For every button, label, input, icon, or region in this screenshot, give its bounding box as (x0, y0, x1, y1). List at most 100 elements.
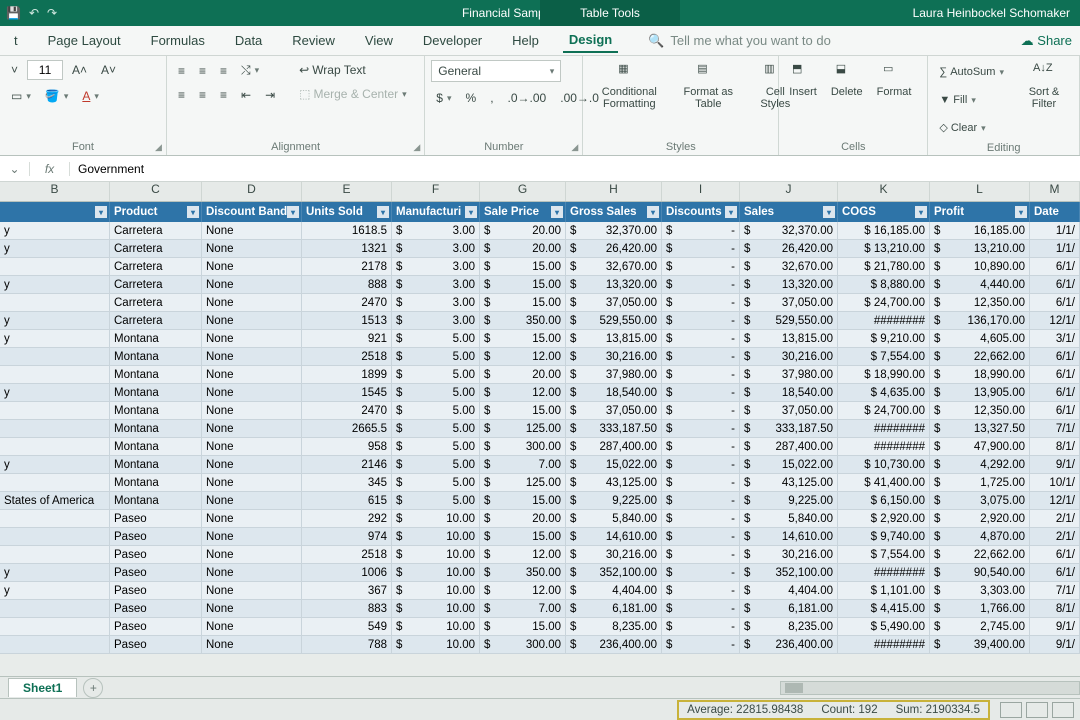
align-middle-icon[interactable]: ≡ (194, 61, 211, 81)
table-row[interactable]: yPaseoNone1006$10.00$350.00$352,100.00$-… (0, 564, 1080, 582)
filter-icon[interactable]: ▾ (1015, 206, 1027, 218)
font-size-input[interactable] (27, 60, 63, 80)
table-row[interactable]: MontanaNone2470$5.00$15.00$37,050.00$-$3… (0, 402, 1080, 420)
dialog-launcher-icon[interactable]: ◢ (413, 142, 420, 153)
column-headers[interactable]: B C D E F G H I J K L M (0, 182, 1080, 202)
number-format-dropdown[interactable]: General▾ (431, 60, 561, 82)
table-row[interactable]: PaseoNone974$10.00$15.00$14,610.00$-$14,… (0, 528, 1080, 546)
undo-icon[interactable]: ↶ (29, 6, 39, 20)
shrink-font-icon[interactable]: A˅ (96, 60, 121, 80)
align-bottom-icon[interactable]: ≡ (215, 61, 232, 81)
table-row[interactable]: yCarreteraNone1513$3.00$350.00$529,550.0… (0, 312, 1080, 330)
page-break-view-button[interactable] (1052, 702, 1074, 718)
table-row[interactable]: yMontanaNone1545$5.00$12.00$18,540.00$-$… (0, 384, 1080, 402)
comma-format-button[interactable]: , (485, 88, 498, 108)
tab-view[interactable]: View (359, 29, 399, 52)
conditional-formatting-button[interactable]: ▦Conditional Formatting (589, 60, 669, 112)
status-bar: Average: 22815.98438 Count: 192 Sum: 219… (0, 698, 1080, 720)
table-row[interactable]: PaseoNone292$10.00$20.00$5,840.00$-$5,84… (0, 510, 1080, 528)
filter-icon[interactable]: ▾ (287, 206, 299, 218)
filter-icon[interactable]: ▾ (823, 206, 835, 218)
format-as-table-button[interactable]: ▤Format as Table (675, 60, 741, 112)
align-center-icon[interactable]: ≡ (194, 85, 211, 105)
orientation-icon[interactable]: ⤭▾ (236, 60, 264, 81)
filter-icon[interactable]: ▾ (377, 206, 389, 218)
fill-button[interactable]: ▼ Fill▾ (934, 88, 1009, 112)
delete-cells-button[interactable]: ⬓Delete (827, 60, 867, 100)
grow-font-icon[interactable]: A˄ (67, 60, 92, 80)
normal-view-button[interactable] (1000, 702, 1022, 718)
formula-input[interactable]: Government (70, 162, 144, 176)
new-sheet-button[interactable]: + (83, 678, 103, 698)
align-left-icon[interactable]: ≡ (173, 85, 190, 105)
filter-icon[interactable]: ▾ (551, 206, 563, 218)
filter-icon[interactable]: ▾ (187, 206, 199, 218)
aggregate-readout: Average: 22815.98438 Count: 192 Sum: 219… (677, 700, 990, 720)
tell-me-search[interactable]: 🔍 Tell me what you want to do (648, 33, 831, 49)
tab-page-layout[interactable]: Page Layout (42, 29, 127, 52)
worksheet-grid[interactable]: ▾ Product▾ Discount Band▾ Units Sold▾ Ma… (0, 202, 1080, 654)
share-button[interactable]: ☁ Share (1021, 33, 1080, 49)
align-right-icon[interactable]: ≡ (215, 85, 232, 105)
filter-icon[interactable]: ▾ (95, 206, 107, 218)
font-size-decrement[interactable]: ˅ (6, 60, 23, 80)
horizontal-scrollbar[interactable] (780, 681, 1080, 695)
tab-home-partial[interactable]: t (8, 29, 24, 52)
increase-indent-icon[interactable]: ⇥ (260, 85, 280, 105)
save-icon[interactable]: 💾 (6, 6, 21, 20)
wrap-text-button[interactable]: ↩ Wrap Text (294, 60, 412, 80)
autosum-button[interactable]: ∑ AutoSum ▾ (934, 60, 1009, 84)
clear-button[interactable]: ◇ Clear▾ (934, 116, 1009, 140)
table-row[interactable]: yPaseoNone367$10.00$12.00$4,404.00$-$4,4… (0, 582, 1080, 600)
dialog-launcher-icon[interactable]: ◢ (571, 142, 578, 153)
table-row[interactable]: yCarreteraNone888$3.00$15.00$13,320.00$-… (0, 276, 1080, 294)
sort-filter-button[interactable]: A↓ZSort & Filter (1015, 60, 1073, 112)
table-row[interactable]: CarreteraNone2470$3.00$15.00$37,050.00$-… (0, 294, 1080, 312)
fx-icon[interactable]: fx (30, 162, 70, 176)
accounting-format-button[interactable]: $▾ (431, 88, 456, 108)
tab-formulas[interactable]: Formulas (145, 29, 211, 52)
name-box-dropdown[interactable]: ⌄ (0, 162, 30, 176)
increase-decimal-button[interactable]: .0→.00 (503, 88, 552, 108)
font-color-button[interactable]: A▾ (77, 86, 104, 106)
table-row[interactable]: PaseoNone549$10.00$15.00$8,235.00$-$8,23… (0, 618, 1080, 636)
tab-review[interactable]: Review (286, 29, 341, 52)
percent-format-button[interactable]: % (461, 88, 482, 108)
account-name[interactable]: Laura Heinbockel Schomaker (913, 6, 1080, 20)
table-row[interactable]: CarreteraNone2178$3.00$15.00$32,670.00$-… (0, 258, 1080, 276)
filter-icon[interactable]: ▾ (465, 206, 477, 218)
table-row[interactable]: PaseoNone788$10.00$300.00$236,400.00$-$2… (0, 636, 1080, 654)
decrease-indent-icon[interactable]: ⇤ (236, 85, 256, 105)
format-label: Format (877, 86, 912, 98)
table-row[interactable]: PaseoNone883$10.00$7.00$6,181.00$-$6,181… (0, 600, 1080, 618)
page-layout-view-button[interactable] (1026, 702, 1048, 718)
table-row[interactable]: yCarreteraNone1618.5$3.00$20.00$32,370.0… (0, 222, 1080, 240)
table-row[interactable]: MontanaNone2665.5$5.00$125.00$333,187.50… (0, 420, 1080, 438)
borders-button[interactable]: ▭▾ (6, 86, 36, 106)
table-row[interactable]: MontanaNone2518$5.00$12.00$30,216.00$-$3… (0, 348, 1080, 366)
insert-cells-button[interactable]: ⬒Insert (785, 60, 821, 100)
fill-color-button[interactable]: 🪣▾ (40, 86, 73, 106)
dialog-launcher-icon[interactable]: ◢ (155, 142, 162, 153)
hdr-date: Date (1034, 206, 1059, 218)
table-row[interactable]: yCarreteraNone1321$3.00$20.00$26,420.00$… (0, 240, 1080, 258)
filter-icon[interactable]: ▾ (647, 206, 659, 218)
redo-icon[interactable]: ↷ (47, 6, 57, 20)
tab-developer[interactable]: Developer (417, 29, 488, 52)
tab-data[interactable]: Data (229, 29, 268, 52)
tab-design[interactable]: Design (563, 28, 618, 53)
sheet-tab-sheet1[interactable]: Sheet1 (8, 678, 77, 697)
align-top-icon[interactable]: ≡ (173, 61, 190, 81)
format-cells-button[interactable]: ▭Format (873, 60, 916, 100)
table-row[interactable]: yMontanaNone2146$5.00$7.00$15,022.00$-$1… (0, 456, 1080, 474)
table-row[interactable]: PaseoNone2518$10.00$12.00$30,216.00$-$30… (0, 546, 1080, 564)
table-row[interactable]: MontanaNone1899$5.00$20.00$37,980.00$-$3… (0, 366, 1080, 384)
filter-icon[interactable]: ▾ (725, 206, 737, 218)
table-row[interactable]: States of AmericaMontanaNone615$5.00$15.… (0, 492, 1080, 510)
merge-center-button[interactable]: ⬚ Merge & Center ▾ (294, 84, 412, 104)
table-row[interactable]: MontanaNone345$5.00$125.00$43,125.00$-$4… (0, 474, 1080, 492)
filter-icon[interactable]: ▾ (915, 206, 927, 218)
table-row[interactable]: MontanaNone958$5.00$300.00$287,400.00$-$… (0, 438, 1080, 456)
table-row[interactable]: yMontanaNone921$5.00$15.00$13,815.00$-$1… (0, 330, 1080, 348)
tab-help[interactable]: Help (506, 29, 545, 52)
